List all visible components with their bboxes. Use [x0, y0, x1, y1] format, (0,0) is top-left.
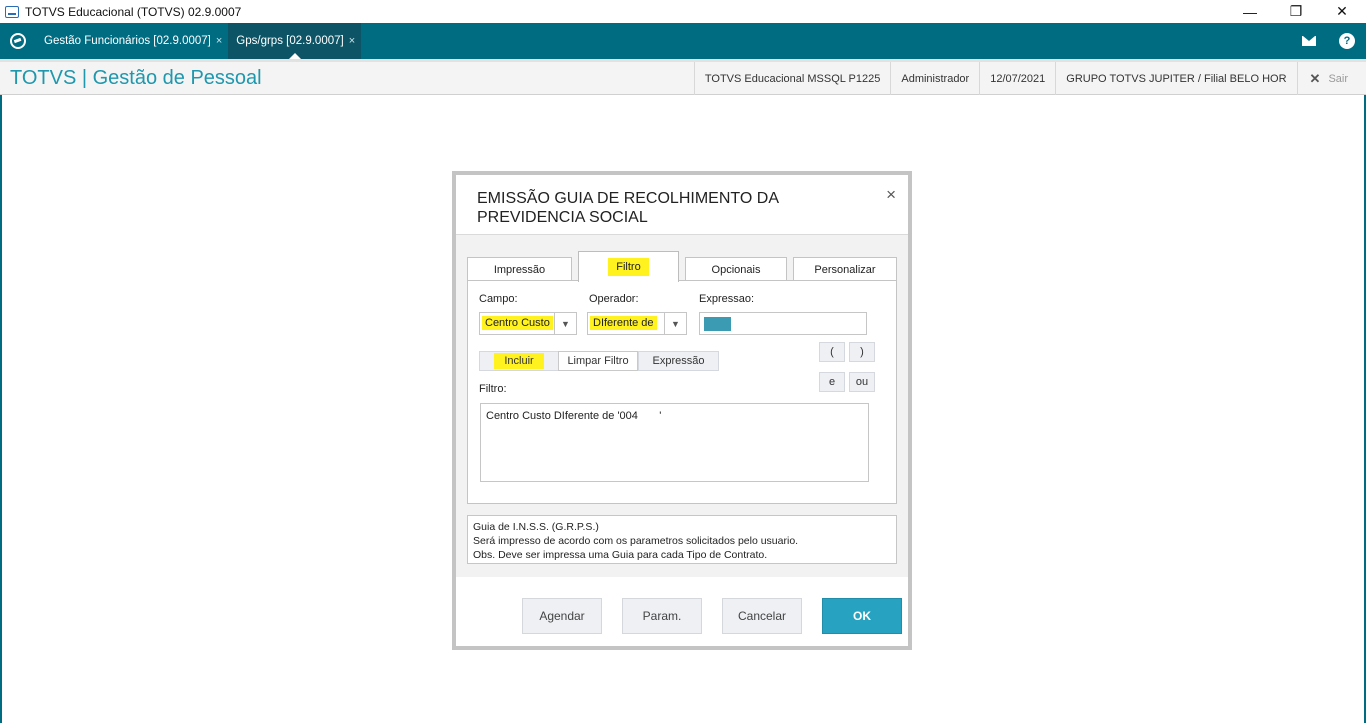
tab-label: Opcionais — [711, 263, 761, 276]
dialog-body: Impressão Filtro Opcionais Personalizar … — [456, 234, 908, 577]
window-titlebar: TOTVS Educacional (TOTVS) 02.9.0007 — ❐ … — [0, 0, 1366, 23]
open-paren-button[interactable]: ( — [819, 342, 845, 362]
tab-label: Gestão Funcionários [02.9.0007] — [44, 35, 211, 47]
tab-gps-grps[interactable]: Gps/grps [02.9.0007] × — [228, 23, 362, 59]
campo-value: Centro Custo — [482, 316, 553, 330]
filtro-label: Filtro: — [479, 383, 507, 395]
and-button[interactable]: e — [819, 372, 845, 392]
filtro-textarea[interactable]: Centro Custo DIferente de '004 ' — [480, 403, 869, 482]
tab-filtro[interactable]: Filtro — [578, 251, 679, 282]
operador-label: Operador: — [589, 293, 639, 305]
tab-label: Gps/grps [02.9.0007] — [236, 35, 344, 47]
minimize-button[interactable]: — — [1227, 0, 1273, 23]
help-icon: ? — [1339, 33, 1355, 49]
dialog-tabs: Impressão Filtro Opcionais Personalizar — [467, 251, 897, 282]
operador-select[interactable]: DIferente de ▼ — [587, 312, 687, 335]
tab-close-icon[interactable]: × — [349, 35, 355, 47]
window-title: TOTVS Educacional (TOTVS) 02.9.0007 — [25, 4, 242, 19]
tab-label: Personalizar — [814, 263, 876, 276]
operador-value: DIferente de — [590, 316, 657, 330]
campo-select[interactable]: Centro Custo ▼ — [479, 312, 577, 335]
gps-dialog: EMISSÃO GUIA DE RECOLHIMENTO DA PREVIDEN… — [456, 175, 908, 646]
description-line: Guia de I.N.S.S. (G.R.P.S.) — [473, 521, 599, 533]
exit-label: Sair — [1328, 72, 1348, 85]
chevron-down-icon[interactable]: ▼ — [664, 313, 686, 334]
expressao-label: Expressao: — [699, 293, 755, 305]
cancelar-button[interactable]: Cancelar — [722, 598, 802, 634]
restore-button[interactable]: ❐ — [1273, 0, 1319, 23]
dialog-frame: EMISSÃO GUIA DE RECOLHIMENTO DA PREVIDEN… — [452, 171, 912, 650]
incluir-button[interactable]: Incluir — [479, 351, 559, 371]
help-button[interactable]: ? — [1328, 23, 1366, 59]
totvs-logo-icon[interactable] — [0, 23, 36, 59]
description-line: Obs. Deve ser impressa uma Guia para cad… — [473, 549, 768, 561]
exit-button[interactable]: ✕ Sair — [1296, 62, 1366, 95]
description-line: Será impresso de acordo com os parametro… — [473, 535, 799, 547]
limpar-filtro-button[interactable]: Limpar Filtro — [558, 351, 638, 371]
expressao-input[interactable] — [699, 312, 867, 335]
module-header: TOTVS | Gestão de Pessoal TOTVS Educacio… — [0, 59, 1366, 95]
tab-gestao-funcionarios[interactable]: Gestão Funcionários [02.9.0007] × — [36, 23, 228, 59]
module-title: TOTVS | Gestão de Pessoal — [10, 67, 262, 89]
mail-icon — [1302, 36, 1316, 46]
app-tabbar: Gestão Funcionários [02.9.0007] × Gps/gr… — [0, 23, 1366, 59]
dialog-title: EMISSÃO GUIA DE RECOLHIMENTO DA PREVIDEN… — [477, 190, 779, 226]
tab-personalizar[interactable]: Personalizar — [793, 257, 897, 281]
tab-label: Impressão — [493, 263, 546, 276]
left-border — [0, 95, 2, 723]
tab-close-icon[interactable]: × — [216, 35, 222, 47]
app-icon — [5, 5, 19, 18]
or-button[interactable]: ou — [849, 372, 875, 392]
agendar-button[interactable]: Agendar — [522, 598, 602, 634]
ok-button[interactable]: OK — [822, 598, 902, 634]
tab-opcionais[interactable]: Opcionais — [685, 257, 787, 281]
report-description: Guia de I.N.S.S. (G.R.P.S.) Será impress… — [467, 515, 897, 564]
param-button[interactable]: Param. — [622, 598, 702, 634]
color-swatch — [704, 317, 731, 331]
close-icon: ✕ — [1309, 70, 1321, 86]
user-label: Administrador — [890, 62, 979, 95]
tab-impressao[interactable]: Impressão — [467, 257, 572, 281]
close-paren-button[interactable]: ) — [849, 342, 875, 362]
mail-button[interactable] — [1290, 23, 1328, 59]
chevron-down-icon[interactable]: ▼ — [554, 313, 576, 334]
company-label: GRUPO TOTVS JUPITER / Filial BELO HOR — [1055, 62, 1296, 95]
tab-label: Filtro — [608, 258, 649, 276]
close-window-button[interactable]: ✕ — [1319, 0, 1365, 23]
campo-label: Campo: — [479, 293, 518, 305]
expressao-button[interactable]: Expressão — [638, 351, 719, 371]
incluir-label: Incluir — [494, 353, 544, 369]
date-label: 12/07/2021 — [979, 62, 1055, 95]
environment-label: TOTVS Educacional MSSQL P1225 — [693, 62, 890, 95]
dialog-close-icon[interactable]: × — [886, 185, 896, 205]
filtro-panel: Campo: Operador: Expressao: Centro Custo… — [467, 280, 897, 504]
